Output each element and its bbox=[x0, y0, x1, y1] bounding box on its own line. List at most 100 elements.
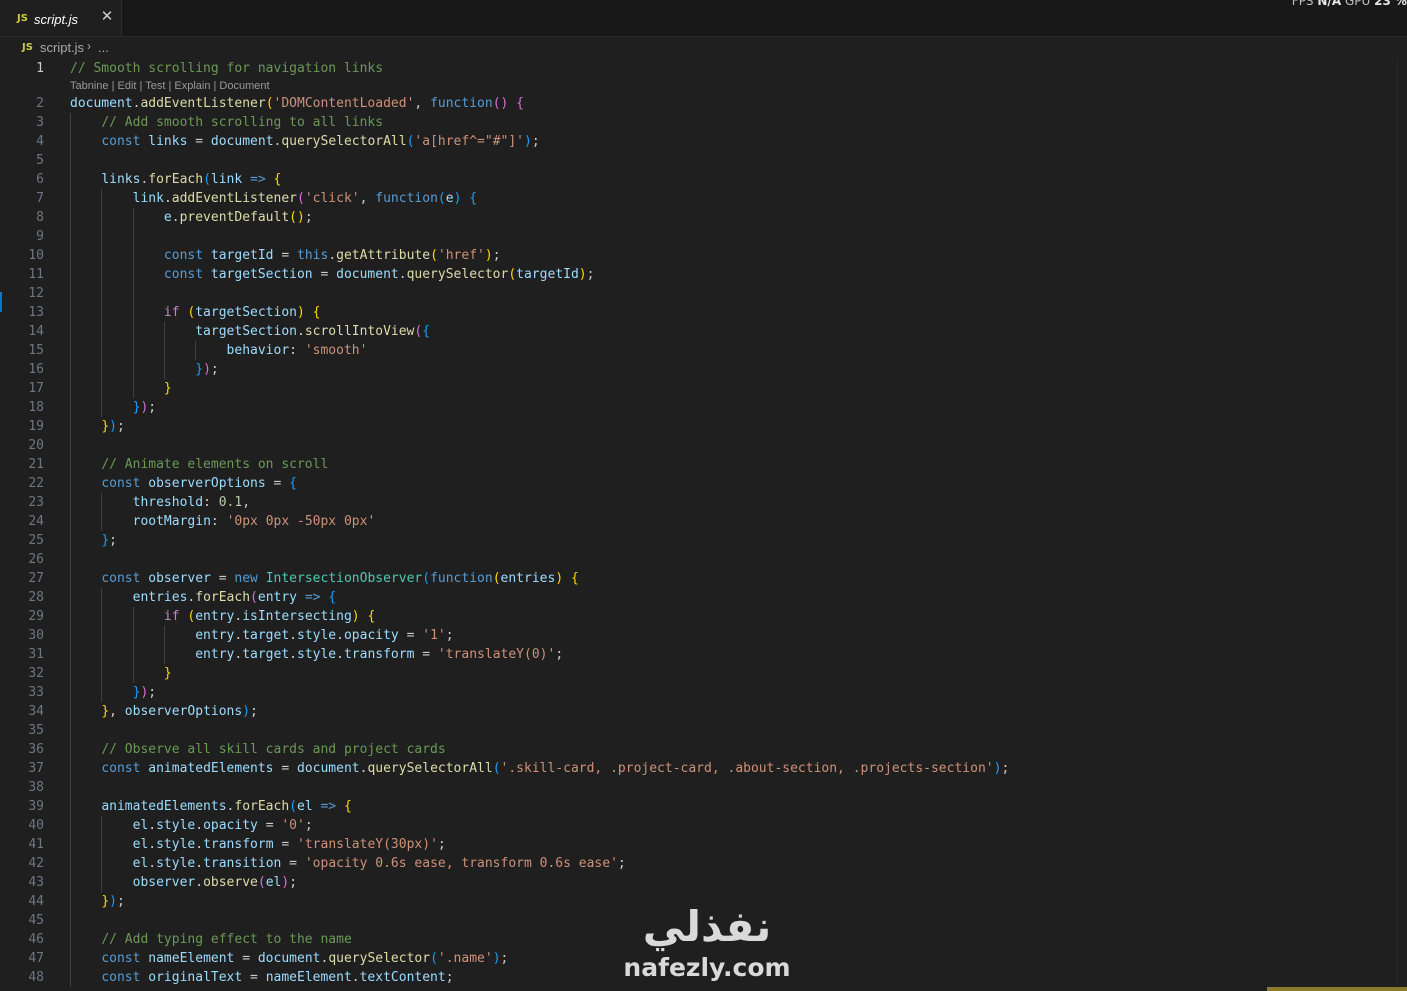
vertical-scrollbar[interactable] bbox=[1397, 59, 1407, 991]
code-token: { bbox=[422, 324, 431, 339]
code-token: , bbox=[242, 495, 251, 510]
line-number: 46 bbox=[28, 932, 44, 947]
code-line[interactable]: 28 entries.forEach(entry => { bbox=[0, 588, 1407, 607]
code-token: ; bbox=[289, 875, 298, 890]
code-editor[interactable]: Tabnine | Edit | Test | Explain | Docume… bbox=[0, 59, 1407, 991]
code-token: entry bbox=[195, 628, 235, 643]
code-line[interactable]: 12 bbox=[0, 284, 1407, 303]
code-token: ) bbox=[109, 419, 117, 434]
code-line[interactable]: 43 observer.observe(el); bbox=[0, 873, 1407, 892]
code-text: document.addEventListener('DOMContentLoa… bbox=[70, 94, 524, 113]
tab-script-js[interactable]: JS script.js ✕ bbox=[0, 0, 122, 36]
code-line[interactable]: 17 } bbox=[0, 379, 1407, 398]
code-line[interactable]: 34 }, observerOptions); bbox=[0, 702, 1407, 721]
code-token: nameElement bbox=[265, 970, 352, 985]
code-token: querySelector bbox=[328, 951, 431, 966]
code-token: const bbox=[101, 134, 141, 149]
code-line[interactable]: 7 link.addEventListener('click', functio… bbox=[0, 189, 1407, 208]
breadcrumb-file[interactable]: script.js bbox=[40, 40, 84, 55]
line-number: 19 bbox=[28, 419, 44, 434]
code-line[interactable]: 35 bbox=[0, 721, 1407, 740]
code-line[interactable]: 26 bbox=[0, 550, 1407, 569]
breadcrumb-symbols[interactable]: ... bbox=[98, 40, 109, 55]
code-token: ; bbox=[445, 628, 454, 643]
code-token: ; bbox=[304, 818, 313, 833]
code-token: ; bbox=[304, 210, 313, 225]
code-line[interactable]: 11 const targetSection = document.queryS… bbox=[0, 265, 1407, 284]
code-token: ; bbox=[492, 248, 501, 263]
code-line[interactable]: 40 el.style.opacity = '0'; bbox=[0, 816, 1407, 835]
line-number: 9 bbox=[36, 229, 44, 244]
code-token: ; bbox=[586, 267, 595, 282]
code-token: ( bbox=[492, 571, 501, 586]
code-line[interactable]: 39 animatedElements.forEach(el => { bbox=[0, 797, 1407, 816]
code-token: e bbox=[445, 191, 454, 206]
code-line[interactable]: 18 }); bbox=[0, 398, 1407, 417]
code-token: document bbox=[257, 951, 321, 966]
code-line[interactable]: 16 }); bbox=[0, 360, 1407, 379]
code-token: = bbox=[273, 761, 297, 776]
code-line[interactable]: 14 targetSection.scrollIntoView({ bbox=[0, 322, 1407, 341]
code-line[interactable]: 22 const observerOptions = { bbox=[0, 474, 1407, 493]
close-icon[interactable]: ✕ bbox=[99, 9, 115, 25]
code-token: ) bbox=[555, 571, 564, 586]
code-line[interactable]: 36 // Observe all skill cards and projec… bbox=[0, 740, 1407, 759]
code-token: . bbox=[195, 837, 204, 852]
code-line[interactable]: 1 // Smooth scrolling for navigation link… bbox=[0, 59, 1407, 78]
code-line[interactable]: 37 const animatedElements = document.que… bbox=[0, 759, 1407, 778]
code-line[interactable]: 4 const links = document.querySelectorAl… bbox=[0, 132, 1407, 151]
code-token: { bbox=[312, 305, 321, 320]
code-token: ) bbox=[203, 362, 211, 377]
code-line[interactable]: 32 } bbox=[0, 664, 1407, 683]
line-number: 28 bbox=[28, 590, 44, 605]
line-number: 42 bbox=[28, 856, 44, 871]
code-line[interactable]: 33 }); bbox=[0, 683, 1407, 702]
code-line[interactable]: 6 links.forEach(link => { bbox=[0, 170, 1407, 189]
code-token: ; bbox=[109, 533, 117, 548]
code-line[interactable]: 9 bbox=[0, 227, 1407, 246]
code-token: ( bbox=[203, 172, 211, 187]
code-line[interactable]: 21 // Animate elements on scroll bbox=[0, 455, 1407, 474]
code-line[interactable]: 23 threshold: 0.1, bbox=[0, 493, 1407, 512]
code-line[interactable]: 20 bbox=[0, 436, 1407, 455]
code-token: = bbox=[312, 267, 337, 282]
line-number: 48 bbox=[28, 970, 44, 985]
code-line[interactable]: 3 // Add smooth scrolling to all links bbox=[0, 113, 1407, 132]
code-line[interactable]: 31 entry.target.style.transform = 'trans… bbox=[0, 645, 1407, 664]
code-line[interactable]: 30 entry.target.style.opacity = '1'; bbox=[0, 626, 1407, 645]
code-line[interactable]: 15 behavior: 'smooth' bbox=[0, 341, 1407, 360]
code-token: . bbox=[148, 818, 157, 833]
code-line[interactable]: 19 }); bbox=[0, 417, 1407, 436]
code-line[interactable]: 38 bbox=[0, 778, 1407, 797]
gpu-label: GPU bbox=[1344, 0, 1371, 8]
code-line[interactable]: 5 bbox=[0, 151, 1407, 170]
code-token: ; bbox=[617, 856, 626, 871]
code-token: el bbox=[132, 837, 149, 852]
breadcrumb: JS script.js › ... bbox=[0, 37, 1407, 59]
code-line[interactable]: 13 if (targetSection) { bbox=[0, 303, 1407, 322]
tabnine-codelens[interactable]: Tabnine | Edit | Test | Explain | Docume… bbox=[70, 80, 270, 92]
horizontal-scrollbar-thumb[interactable] bbox=[1267, 987, 1407, 991]
code-line[interactable]: 25 }; bbox=[0, 531, 1407, 550]
code-line[interactable]: 8 e.preventDefault(); bbox=[0, 208, 1407, 227]
code-line[interactable]: 41 el.style.transform = 'translateY(30px… bbox=[0, 835, 1407, 854]
line-number: 43 bbox=[28, 875, 44, 890]
code-token: style bbox=[156, 818, 196, 833]
code-line[interactable]: 24 rootMargin: '0px 0px -50px 0px' bbox=[0, 512, 1407, 531]
line-number: 13 bbox=[28, 305, 44, 320]
code-line[interactable]: 27 const observer = new IntersectionObse… bbox=[0, 569, 1407, 588]
code-line[interactable]: 42 el.style.transition = 'opacity 0.6s e… bbox=[0, 854, 1407, 873]
code-token: : bbox=[289, 343, 305, 358]
code-line[interactable]: 10 const targetId = this.getAttribute('h… bbox=[0, 246, 1407, 265]
code-token: ( bbox=[257, 875, 266, 890]
code-line[interactable]: 2 document.addEventListener('DOMContentLo… bbox=[0, 94, 1407, 113]
code-line[interactable]: 29 if (entry.isIntersecting) { bbox=[0, 607, 1407, 626]
